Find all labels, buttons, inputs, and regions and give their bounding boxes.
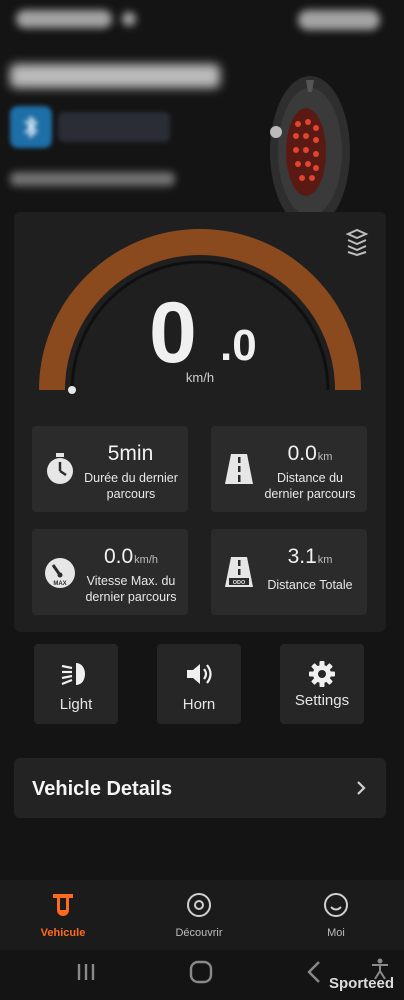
connection-status-blurred[interactable] — [58, 112, 170, 142]
stat-label: Durée du dernier parcours — [84, 471, 178, 501]
tab-vehicule[interactable]: Vehicule — [13, 890, 113, 946]
stat-value: 3.1km — [287, 545, 333, 568]
bluetooth-icon[interactable] — [10, 106, 52, 148]
speaker-icon — [187, 664, 212, 684]
vehicle-name-blurred — [10, 64, 220, 88]
speed-decimal: .0 — [220, 321, 257, 370]
stopwatch-icon — [47, 453, 73, 484]
vehicle-details-label: Vehicle Details — [32, 778, 173, 800]
road-icon — [225, 454, 253, 484]
total-distance-card: ODO 3.1km Distance Totale — [211, 529, 367, 615]
vehicle-details-row[interactable]: Vehicle Details — [14, 758, 386, 818]
odometer-road-icon: ODO — [225, 557, 253, 587]
tab-decouvrir[interactable]: Découvrir — [149, 890, 249, 946]
status-bar — [0, 0, 404, 44]
tab-moi[interactable]: Moi — [286, 890, 386, 946]
horn-button[interactable]: Horn — [157, 644, 241, 724]
stat-label: Distance Totale — [267, 578, 353, 592]
bottom-tab-bar: Vehicule Découvrir Moi — [0, 880, 404, 950]
max-speed-card: MAX 0.0km/h Vitesse Max. du dernier parc… — [32, 529, 188, 615]
tab-label: Vehicule — [40, 927, 86, 939]
dashboard-panel: 0 .0 km/h 5min Durée du dernier parcours… — [14, 212, 386, 632]
firmware-info-blurred — [10, 172, 175, 186]
tab-label: Moi — [327, 927, 345, 939]
stat-value: 0.0km — [287, 442, 333, 465]
ride-mode-icon[interactable] — [344, 228, 370, 256]
light-label: Light — [59, 696, 93, 713]
home-icon[interactable] — [189, 960, 213, 984]
last-ride-distance-card: 0.0km Distance du dernier parcours — [211, 426, 367, 512]
discover-icon — [187, 893, 211, 917]
gear-icon — [309, 661, 335, 687]
watermark: Sporteed — [328, 975, 394, 992]
svg-text:ODO: ODO — [233, 580, 246, 586]
tab-label: Découvrir — [175, 927, 223, 939]
recent-apps-icon[interactable] — [74, 962, 98, 982]
light-button[interactable]: Light — [34, 644, 118, 724]
headlight-icon — [61, 663, 85, 686]
settings-label: Settings — [294, 692, 350, 709]
horn-label: Horn — [182, 696, 216, 713]
smile-icon — [324, 893, 348, 917]
max-speed-gauge-icon: MAX — [45, 558, 75, 588]
stat-value: 5min — [107, 442, 154, 465]
chevron-right-icon — [357, 781, 366, 795]
settings-button[interactable]: Settings — [280, 644, 364, 724]
speed-unit: km/h — [185, 370, 215, 385]
scooter-image — [270, 76, 350, 228]
scooter-icon — [53, 894, 73, 916]
last-ride-duration-card: 5min Durée du dernier parcours — [32, 426, 188, 512]
svg-text:MAX: MAX — [53, 581, 66, 587]
back-icon[interactable] — [306, 960, 322, 984]
stat-label: Distance du dernier parcours — [264, 471, 356, 501]
stat-label: Vitesse Max. du dernier parcours — [85, 574, 177, 604]
stat-value: 0.0km/h — [103, 545, 159, 568]
vehicle-header — [0, 44, 404, 228]
speed-value: 0 — [149, 285, 197, 381]
